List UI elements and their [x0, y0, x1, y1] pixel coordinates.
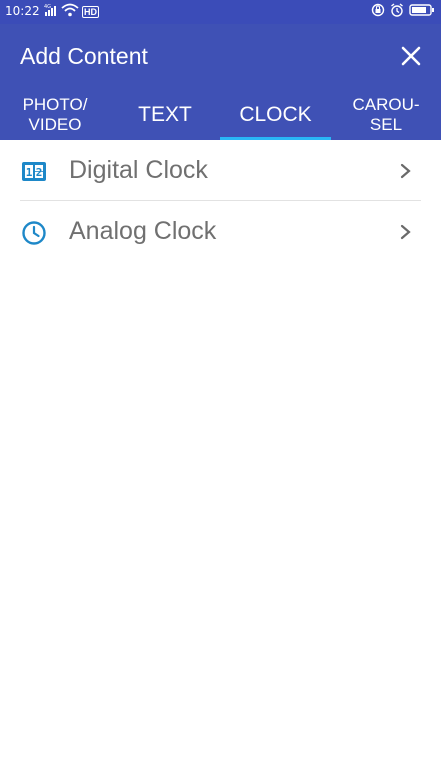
status-bar: 10:22 4G HD	[0, 0, 441, 24]
tab-carousel-line2: SEL	[369, 115, 403, 134]
tab-photo-video[interactable]: PHOTO/ VIDEO	[0, 90, 110, 140]
alarm-icon	[390, 3, 404, 20]
wifi-icon	[61, 3, 79, 20]
list-item-digital-clock[interactable]: 1 2 Digital Clock	[0, 140, 441, 201]
tab-bar: PHOTO/ VIDEO TEXT CLOCK CAROU- SEL	[0, 90, 441, 140]
close-icon[interactable]	[399, 44, 423, 68]
svg-text:2: 2	[36, 166, 43, 179]
clock-type-list: 1 2 Digital Clock Analog Clock	[0, 140, 441, 262]
hd-badge: HD	[82, 5, 99, 18]
list-item-label: Digital Clock	[69, 156, 208, 184]
network-label: 4G	[44, 4, 51, 10]
app-bar: Add Content	[0, 24, 441, 90]
svg-text:1: 1	[26, 166, 33, 179]
analog-clock-icon	[21, 220, 47, 246]
dialog-title: Add Content	[20, 43, 148, 69]
chevron-right-icon	[399, 161, 413, 181]
tab-clock-label: CLOCK	[239, 103, 312, 126]
tab-text[interactable]: TEXT	[110, 90, 220, 140]
status-time: 10:22	[5, 4, 40, 18]
list-item-label: Analog Clock	[69, 217, 217, 245]
tab-clock[interactable]: CLOCK	[220, 90, 331, 140]
signal-icon: 4G	[44, 3, 58, 20]
lock-rotation-icon	[371, 3, 385, 20]
tab-photo-video-line2: VIDEO	[28, 115, 82, 134]
tab-text-label: TEXT	[138, 103, 192, 126]
tab-photo-video-line1: PHOTO/	[22, 95, 88, 114]
tab-carousel[interactable]: CAROU- SEL	[331, 90, 441, 140]
list-item-analog-clock[interactable]: Analog Clock	[0, 201, 441, 262]
digital-clock-icon: 1 2	[21, 159, 47, 185]
chevron-right-icon	[399, 222, 413, 242]
battery-icon	[409, 3, 435, 20]
tab-carousel-line1: CAROU-	[352, 95, 420, 114]
